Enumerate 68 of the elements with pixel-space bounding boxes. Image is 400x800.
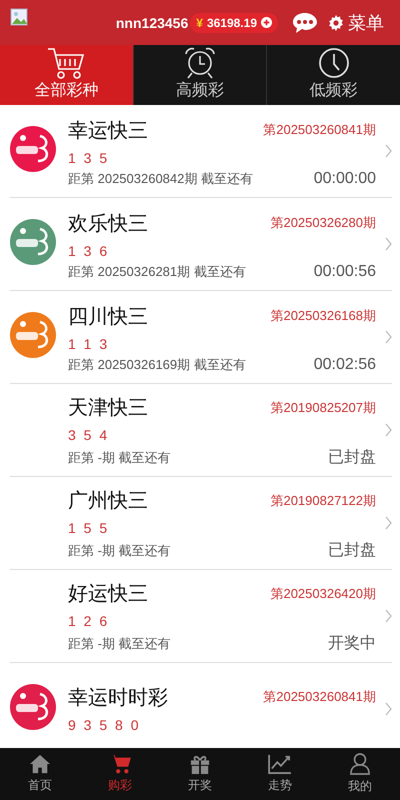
game-name: 幸运快三 <box>68 118 148 144</box>
lottery-row[interactable]: 四川快三 第20250326168期 1 1 3 距第 20250326169期 截至还有 00:02:56 <box>10 291 392 384</box>
chevron-right-icon[interactable] <box>385 237 392 251</box>
nav-item[interactable]: 我的 <box>320 748 400 800</box>
winning-numbers: 9 3 5 8 0 <box>68 716 142 732</box>
game-name: 四川快三 <box>68 304 148 330</box>
cart-icon <box>46 46 86 80</box>
period-number: 第20250326280期 <box>270 214 376 232</box>
nav-item[interactable]: 开奖 <box>160 748 240 800</box>
winning-numbers: 1 3 6 <box>68 242 110 258</box>
countdown-label: 距第 -期 截至还有 <box>68 448 171 466</box>
nav-item[interactable]: 首页 <box>0 748 80 800</box>
countdown-status: 00:02:56 <box>314 356 376 374</box>
countdown-status: 00:00:00 <box>314 170 376 188</box>
lottery-row[interactable]: 幸运快三 第202503260841期 1 3 5 距第 202503260842期 截至还有 00:00:00 <box>10 105 392 198</box>
countdown-status: 00:00:56 <box>314 262 376 280</box>
chevron-right-icon[interactable] <box>385 330 392 344</box>
chat-icon[interactable] <box>292 12 318 34</box>
period-number: 第202503260841期 <box>263 121 376 139</box>
game-name: 幸运时时彩 <box>68 686 168 710</box>
winning-numbers: 1 5 5 <box>68 520 110 536</box>
plus-icon <box>261 17 272 28</box>
home-icon <box>29 754 51 774</box>
period-number: 第20250326168期 <box>270 307 376 325</box>
chevron-right-icon[interactable] <box>385 144 392 158</box>
balance-badge[interactable]: ¥ 36198.19 <box>190 12 278 32</box>
lottery-row[interactable]: 好运快三 第20250326420期 1 2 6 距第 -期 截至还有 开奖中 <box>10 570 392 663</box>
person-icon <box>350 753 370 775</box>
lottery-row[interactable]: 欢乐快三 第20250326280期 1 3 6 距第 20250326281期 截至还有 00:00:56 <box>10 198 392 291</box>
lottery-row[interactable]: 天津快三 第20190825207期 3 5 4 距第 -期 截至还有 已封盘 <box>10 384 392 477</box>
winning-numbers: 1 1 3 <box>68 336 110 352</box>
countdown-label: 距第 -期 截至还有 <box>68 634 171 652</box>
username: nnn123456 <box>116 14 188 30</box>
period-number: 第20190827122期 <box>270 492 376 510</box>
game-name: 好运快三 <box>68 582 148 607</box>
countdown-status: 已封盘 <box>328 540 376 561</box>
countdown-label: 距第 202503260842期 截至还有 <box>68 170 253 188</box>
countdown-status: 已封盘 <box>328 448 376 468</box>
countdown-label: 距第 20250326281期 截至还有 <box>68 262 246 280</box>
countdown-status: 开奖中 <box>328 634 376 654</box>
period-number: 第202503260841期 <box>263 688 376 706</box>
alarm-clock-icon <box>183 46 217 80</box>
game-name: 广州快三 <box>68 489 148 514</box>
nav-item[interactable]: 购彩 <box>80 748 160 800</box>
winning-numbers: 3 5 4 <box>68 427 110 443</box>
chart-icon <box>268 754 292 774</box>
nav-item[interactable]: 走势 <box>240 748 320 800</box>
winning-numbers: 1 2 6 <box>68 613 110 629</box>
clock-icon <box>316 46 351 80</box>
chevron-right-icon[interactable] <box>385 702 392 716</box>
lottery-row[interactable]: 广州快三 第20190827122期 1 5 5 距第 -期 截至还有 已封盘 <box>10 477 392 570</box>
countdown-label: 距第 -期 截至还有 <box>68 542 171 560</box>
period-number: 第20190825207期 <box>270 398 376 416</box>
period-number: 第20250326420期 <box>270 584 376 602</box>
chevron-right-icon[interactable] <box>385 423 392 437</box>
game-name: 欢乐快三 <box>68 212 148 236</box>
countdown-label: 距第 20250326169期 截至还有 <box>68 356 246 374</box>
settings-icon[interactable] <box>328 14 344 30</box>
gift-icon <box>189 754 211 774</box>
menu-link[interactable]: 菜单 <box>348 10 384 34</box>
chevron-right-icon[interactable] <box>385 516 392 530</box>
category-tab[interactable]: 高频彩 <box>132 45 266 105</box>
game-name: 天津快三 <box>68 396 148 421</box>
chevron-right-icon[interactable] <box>385 609 392 623</box>
category-tab[interactable]: 全部彩种 <box>0 45 133 105</box>
winning-numbers: 1 3 5 <box>68 150 110 166</box>
broken-image-icon <box>10 8 28 26</box>
category-tab[interactable]: 低频彩 <box>266 45 400 105</box>
